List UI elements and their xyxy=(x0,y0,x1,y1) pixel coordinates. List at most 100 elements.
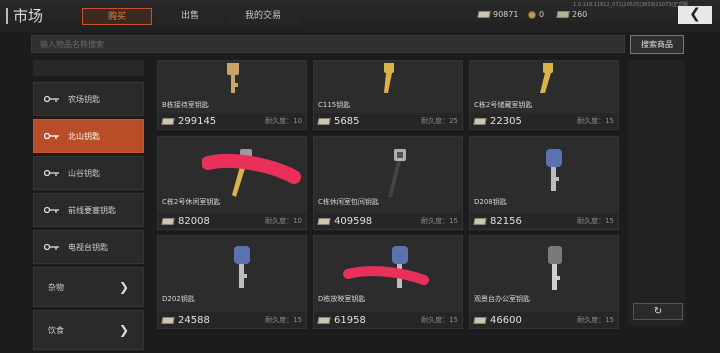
tab-my-trades[interactable]: 我的交易 xyxy=(228,8,298,25)
cash-icon xyxy=(161,117,175,125)
item-grid: B栋接待室钥匙 299145 耐久度：10 C115钥匙 5685 耐久度：25… xyxy=(157,60,619,332)
item-footer: 22305 耐久度：15 xyxy=(470,113,618,129)
cash-icon xyxy=(473,117,487,125)
key-icon xyxy=(234,246,250,288)
cash-icon xyxy=(161,217,175,225)
item-footer: 82156 耐久度：15 xyxy=(470,213,618,229)
coin-balance: 0 xyxy=(528,10,544,19)
item-name: C115钥匙 xyxy=(318,101,351,109)
redaction-scribble-icon xyxy=(343,266,429,285)
refresh-icon: ↻ xyxy=(653,306,663,317)
sidebar-item-label: 电视台钥匙 xyxy=(68,242,108,252)
item-card[interactable]: D202钥匙 24588 耐久度：15 xyxy=(157,235,307,329)
sidebar-category-label: 饮食 xyxy=(48,325,64,335)
cash-icon xyxy=(473,316,487,324)
key-icon xyxy=(44,95,59,103)
item-name: 观景台办公室钥匙 xyxy=(474,295,530,303)
sidebar-category-label: 杂物 xyxy=(48,282,64,292)
tab-buy[interactable]: 购买 xyxy=(82,8,152,25)
item-price: 5685 xyxy=(334,115,360,127)
right-panel xyxy=(628,60,685,326)
item-card[interactable]: B栋接待室钥匙 299145 耐久度：10 xyxy=(157,60,307,130)
item-durability: 耐久度：15 xyxy=(421,217,458,225)
item-price: 22305 xyxy=(490,115,522,127)
item-card[interactable]: D栋放映室钥匙 61958 耐久度：15 xyxy=(313,235,463,329)
back-button[interactable]: ❮ xyxy=(678,6,712,24)
search-button[interactable]: 搜索商品 xyxy=(630,35,684,54)
sidebar-item-beishan-keys[interactable]: 北山钥匙 xyxy=(33,119,144,153)
item-card[interactable]: C115钥匙 5685 耐久度：25 xyxy=(313,60,463,130)
sidebar: 农场钥匙 北山钥匙 山谷钥匙 前线要塞钥匙 电视台钥匙 杂物 ❯ 饮食 ❯ xyxy=(33,60,144,353)
refresh-button[interactable]: ↻ xyxy=(633,303,683,320)
item-card[interactable]: C栋休闲室包间钥匙 409598 耐久度：15 xyxy=(313,136,463,230)
item-card[interactable]: C栋2号休闲室钥匙 82008 耐久度：10 xyxy=(157,136,307,230)
sidebar-item-label: 农场钥匙 xyxy=(68,94,100,104)
sidebar-item-label: 前线要塞钥匙 xyxy=(68,205,116,215)
item-durability: 耐久度：10 xyxy=(265,217,302,225)
build-info: 1.0.118.11612_071|10525|3819|21073|正式服 xyxy=(573,2,688,8)
sidebar-category-food[interactable]: 饮食 ❯ xyxy=(33,310,144,350)
item-card[interactable]: C栋2号储藏室钥匙 22305 耐久度：15 xyxy=(469,60,619,130)
cash-icon xyxy=(317,217,331,225)
sidebar-item-frontline-fortress-keys[interactable]: 前线要塞钥匙 xyxy=(33,193,144,227)
page-title: 市场 xyxy=(6,8,43,24)
item-name: C栋2号储藏室钥匙 xyxy=(474,101,533,109)
chevron-left-icon: ❮ xyxy=(689,6,701,22)
item-name: D202钥匙 xyxy=(162,295,195,303)
search-bar xyxy=(31,35,625,53)
item-price: 61958 xyxy=(334,314,366,326)
item-price: 82008 xyxy=(178,215,210,227)
item-price: 24588 xyxy=(178,314,210,326)
cash-icon xyxy=(317,316,331,324)
cash-icon xyxy=(473,217,487,225)
sidebar-category-misc[interactable]: 杂物 ❯ xyxy=(33,267,144,307)
coin-icon xyxy=(528,10,536,19)
item-card[interactable]: 观景台办公室钥匙 46600 耐久度：15 xyxy=(469,235,619,329)
chevron-right-icon: ❯ xyxy=(118,280,129,294)
item-footer: 5685 耐久度：25 xyxy=(314,113,462,129)
item-footer: 409598 耐久度：15 xyxy=(314,213,462,229)
sidebar-item-label: 山谷钥匙 xyxy=(68,168,100,178)
key-icon xyxy=(44,206,59,214)
item-durability: 耐久度：15 xyxy=(265,316,302,324)
sidebar-item-label: 北山钥匙 xyxy=(68,131,100,141)
cash-icon xyxy=(477,11,491,18)
item-durability: 耐久度：15 xyxy=(421,316,458,324)
item-footer: 299145 耐久度：10 xyxy=(158,113,306,129)
sidebar-item-valley-keys[interactable]: 山谷钥匙 xyxy=(33,156,144,190)
item-footer: 24588 耐久度：15 xyxy=(158,312,306,328)
voucher-value: 260 xyxy=(572,10,588,19)
sidebar-header-strip xyxy=(33,60,144,76)
sidebar-item-tv-station-keys[interactable]: 电视台钥匙 xyxy=(33,230,144,264)
item-name: D栋放映室钥匙 xyxy=(318,295,366,303)
cash-icon xyxy=(161,316,175,324)
item-durability: 耐久度：15 xyxy=(577,316,614,324)
key-icon xyxy=(546,149,562,191)
key-icon xyxy=(44,132,59,140)
key-icon xyxy=(227,63,239,93)
item-name: C栋2号休闲室钥匙 xyxy=(162,198,221,206)
voucher-balance: 260 xyxy=(556,10,588,19)
item-card[interactable]: D208钥匙 82156 耐久度：15 xyxy=(469,136,619,230)
top-bar: 市场 购买 出售 我的交易 1.0.118.11612_071|10525|38… xyxy=(0,0,720,32)
sidebar-item-farm-keys[interactable]: 农场钥匙 xyxy=(33,82,144,116)
item-name: D208钥匙 xyxy=(474,198,507,206)
item-price: 46600 xyxy=(490,314,522,326)
redaction-scribble-icon xyxy=(202,154,301,184)
key-icon xyxy=(44,169,59,177)
cash-value: 90871 xyxy=(493,10,519,19)
item-footer: 82008 耐久度：10 xyxy=(158,213,306,229)
key-icon xyxy=(44,243,59,251)
item-name: B栋接待室钥匙 xyxy=(162,101,209,109)
chevron-right-icon: ❯ xyxy=(118,323,129,337)
item-footer: 61958 耐久度：15 xyxy=(314,312,462,328)
coin-value: 0 xyxy=(539,10,545,19)
item-footer: 46600 耐久度：15 xyxy=(470,312,618,328)
item-price: 299145 xyxy=(178,115,217,127)
search-input[interactable] xyxy=(32,36,624,52)
item-price: 409598 xyxy=(334,215,373,227)
item-name: C栋休闲室包间钥匙 xyxy=(318,198,379,206)
tab-sell[interactable]: 出售 xyxy=(157,8,223,25)
item-durability: 耐久度：25 xyxy=(421,117,458,125)
key-icon xyxy=(548,246,562,290)
